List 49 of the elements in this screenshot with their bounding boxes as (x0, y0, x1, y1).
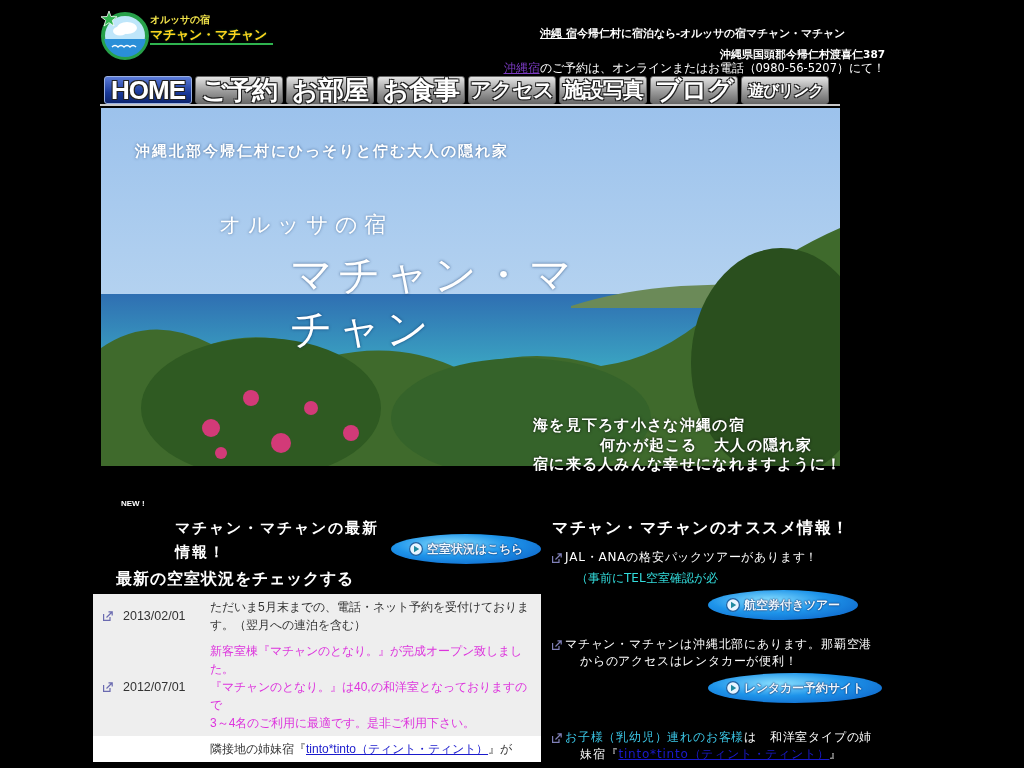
box-arrow-icon (103, 611, 113, 621)
news-title: マチャン・マチャンの最新情報！ (175, 518, 380, 563)
new-label: NEW ! (121, 499, 145, 509)
hero-kicker: 沖縄北部今帰仁村にひっそりと佇む大人の隠れ家 (135, 142, 509, 160)
box-arrow-icon (103, 682, 113, 692)
nav-button[interactable]: お部屋 (286, 76, 374, 104)
news-text: 隣接地の姉妹宿『tinto*tinto（ティント・ティント）』が (210, 741, 514, 758)
play-icon (726, 681, 740, 695)
news-date: 2012/07/01 (123, 680, 186, 694)
nav-button[interactable]: HOME (104, 76, 192, 104)
recommend-text: JAL・ANAの格安パックツアーがあります！ (565, 549, 819, 566)
nav-button[interactable]: アクセス (468, 76, 556, 104)
site-title: 沖縄 宿今帰仁村に宿泊なら-オルッサの宿マチャン・マチャン (539, 26, 846, 40)
box-arrow-icon (552, 553, 562, 563)
availability-button[interactable]: 空室状況はこちら (391, 534, 541, 564)
news-date: 2013/02/01 (123, 609, 186, 623)
recommend-title: マチャン・マチャンのオススメ情報！ (552, 517, 851, 539)
hero-title: マチャン・マチャン (290, 249, 578, 355)
nav-button[interactable]: 遊びリンク (741, 76, 829, 104)
play-icon (409, 542, 423, 556)
hero-subtitle: オルッサの宿 (219, 212, 392, 238)
box-arrow-icon (552, 640, 562, 650)
nav-button[interactable]: 施設写真 (559, 76, 647, 104)
logo-tagline: オルッサの宿 (150, 14, 210, 26)
recommend-button[interactable]: レンタカー予約サイト (708, 673, 882, 703)
reservation-text: 沖縄宿のご予約は、オンラインまたはお電話（0980-56-5207）にて！ (503, 61, 885, 76)
news-text: ただいま5月末までの、電話・ネット予約を受付けております。（翌月への連泊を含む） (210, 599, 530, 634)
tagline-line: 海を見下ろす小さな沖縄の宿 (533, 416, 746, 436)
sister-inn-link[interactable]: tinto*tinto（ティント・ティント） (618, 747, 830, 761)
logo-name: マチャン・マチャン (150, 26, 273, 45)
reservation-link[interactable]: 沖縄宿 (503, 61, 540, 75)
availability-heading: 最新の空室状況をチェックする (116, 568, 355, 590)
play-icon (726, 598, 740, 612)
recommend-button[interactable]: 航空券付きツアー (708, 590, 858, 620)
box-arrow-icon (552, 733, 562, 743)
news-text: 3～4名のご利用に最適です。是非ご利用下さい。 (210, 715, 477, 732)
tagline-line: 宿に来る人みんな幸せになれますように！ (533, 455, 843, 475)
recommend-text: マチャン・マチャンは沖縄北部にあります。那覇空港からのアクセスはレンタカーが便利！ (565, 636, 874, 670)
recommend-text: お子様（乳幼児）連れのお客様 は 和洋室タイプの姉妹宿『tinto*tinto（ティント・ティント）』 (565, 729, 874, 763)
recommend-note: （事前にTEL空室確認が必 (576, 570, 718, 587)
news-text: 『マチャンのとなり。』は40,の和洋室となっておりますので (210, 679, 528, 714)
tagline-line: 何かが起こる 大人の隠れ家 (598, 435, 813, 455)
nav-button[interactable]: ブログ (650, 76, 738, 104)
nav-button[interactable]: ご予約 (195, 76, 283, 104)
address-text: 沖縄県国頭郡今帰仁村渡喜仁387 (719, 47, 885, 61)
sea-circle-icon (100, 10, 150, 60)
sister-inn-link[interactable]: tinto*tinto（ティント・ティント） (306, 742, 489, 756)
title-link[interactable]: 沖縄 宿 (540, 27, 577, 39)
news-text: 新客室棟『マチャンのとなり。』が完成オープン致しました。 (210, 643, 523, 678)
